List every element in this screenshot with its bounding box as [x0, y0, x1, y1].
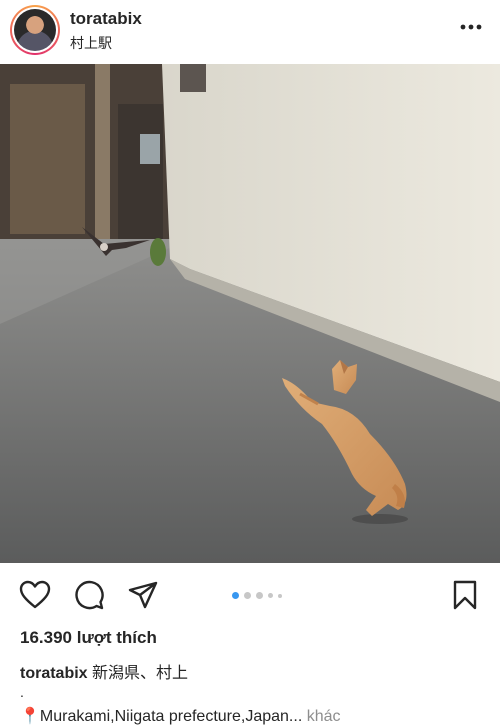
carousel-indicator: [232, 592, 282, 599]
carousel-dot: [268, 593, 273, 598]
carousel-dot: [278, 593, 282, 598]
comment-icon[interactable]: [72, 578, 106, 612]
heart-icon[interactable]: [18, 578, 52, 612]
post-username[interactable]: toratabix: [70, 9, 142, 29]
caption-location-line: 📍Murakami,Niigata prefecture,Japan... kh…: [20, 706, 341, 725]
caption-username[interactable]: toratabix: [20, 665, 88, 682]
send-icon[interactable]: [126, 578, 160, 612]
post-location[interactable]: 村上駅: [70, 33, 112, 53]
likes-count[interactable]: 16.390 lượt thích: [20, 628, 157, 648]
carousel-dot: [244, 592, 251, 599]
caption-dot: .: [20, 684, 24, 700]
post-header: toratabix 村上駅: [0, 0, 500, 64]
carousel-dot: [256, 592, 263, 599]
avatar-image: [14, 9, 56, 51]
action-bar: [0, 572, 500, 618]
post-photo[interactable]: [0, 64, 500, 563]
caption: toratabix 新潟県、村上: [20, 659, 188, 683]
bookmark-icon[interactable]: [448, 578, 482, 612]
carousel-dot: [232, 592, 239, 599]
avatar[interactable]: [10, 5, 60, 55]
caption-pin-text: 📍Murakami,Niigata prefecture,Japan...: [20, 708, 303, 725]
more-options-icon[interactable]: [458, 14, 484, 40]
more-link[interactable]: khác: [302, 708, 341, 725]
caption-text: 新潟県、村上: [87, 665, 189, 682]
